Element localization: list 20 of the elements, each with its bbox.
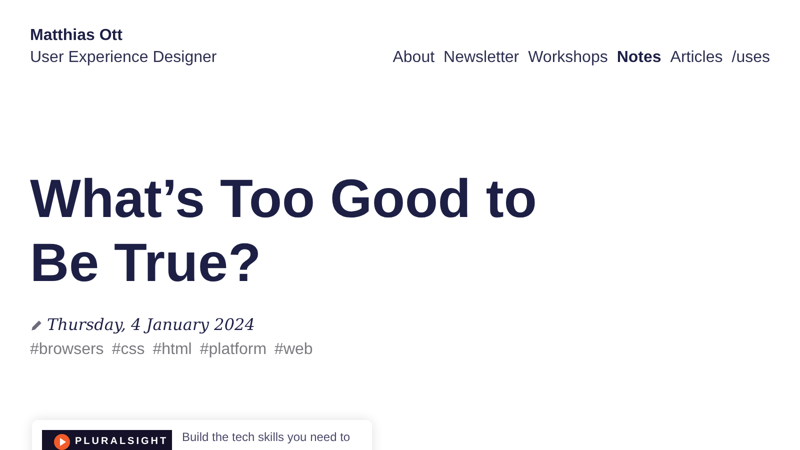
tag-link[interactable]: #html bbox=[152, 338, 192, 362]
brand-name: PLURALSIGHT bbox=[75, 435, 168, 449]
tag-link[interactable]: #css bbox=[112, 338, 145, 362]
tag-link[interactable]: #web bbox=[274, 338, 313, 362]
nav-link[interactable]: Newsletter bbox=[444, 47, 520, 69]
nav-link[interactable]: /uses bbox=[732, 47, 770, 69]
nav-link[interactable]: Articles bbox=[670, 47, 723, 69]
site-tagline: User Experience Designer bbox=[30, 48, 217, 68]
tag-link[interactable]: #browsers bbox=[30, 338, 104, 362]
tag-link[interactable]: #platform bbox=[200, 338, 267, 362]
nav-link[interactable]: Workshops bbox=[528, 47, 608, 69]
nav-link[interactable]: Notes bbox=[616, 47, 662, 69]
pencil-icon bbox=[30, 318, 43, 332]
logo-icon bbox=[54, 434, 70, 450]
article-title: What’s Too Good to Be True? bbox=[30, 168, 538, 295]
site-name[interactable]: Matthias Ott bbox=[30, 25, 217, 47]
ad-text[interactable]: Build the tech skills you need to bbox=[182, 430, 350, 450]
ad-banner[interactable]: PLURALSIGHT bbox=[42, 430, 172, 450]
article-date: Thursday, 4 January 2024 bbox=[47, 314, 255, 336]
nav-link[interactable]: About bbox=[392, 47, 435, 69]
